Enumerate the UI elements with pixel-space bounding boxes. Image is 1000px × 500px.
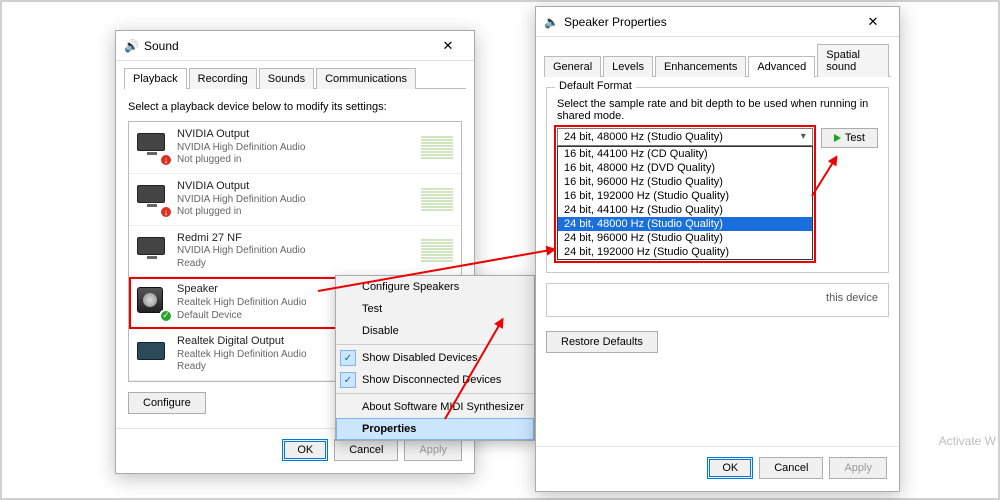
format-option[interactable]: 24 bit, 96000 Hz (Studio Quality)	[558, 231, 812, 245]
check-icon: ✓	[340, 350, 356, 366]
speaker-icon	[544, 15, 558, 29]
menu-label: Show Disabled Devices	[362, 352, 478, 364]
sound-icon	[124, 39, 138, 53]
level-meter-icon	[421, 239, 453, 262]
test-button[interactable]: Test	[821, 128, 878, 148]
device-name: NVIDIA Output	[177, 128, 421, 142]
device-row[interactable]: ↓ NVIDIA OutputNVIDIA High Definition Aud…	[129, 122, 461, 174]
device-status: Not plugged in	[177, 206, 421, 219]
close-icon[interactable]: ✕	[855, 14, 891, 30]
sound-title: Sound	[144, 39, 179, 53]
device-driver: NVIDIA High Definition Audio	[177, 142, 421, 155]
tab-enhancements[interactable]: Enhancements	[655, 56, 746, 77]
close-icon[interactable]: ✕	[430, 38, 466, 54]
props-titlebar[interactable]: Speaker Properties ✕	[536, 7, 899, 37]
level-meter-icon	[421, 188, 453, 211]
menu-label: Configure Speakers	[362, 281, 459, 293]
down-badge-icon: ↓	[159, 205, 173, 219]
sound-instruction: Select a playback device below to modify…	[128, 101, 462, 113]
format-dropdown[interactable]: 16 bit, 44100 Hz (CD Quality)16 bit, 480…	[557, 146, 813, 260]
device-row[interactable]: ↓ NVIDIA OutputNVIDIA High Definition Aud…	[129, 174, 461, 226]
tab-recording[interactable]: Recording	[189, 68, 257, 89]
format-option[interactable]: 16 bit, 48000 Hz (DVD Quality)	[558, 161, 812, 175]
device-row[interactable]: Redmi 27 NFNVIDIA High Definition AudioR…	[129, 226, 461, 278]
apply-button[interactable]: Apply	[404, 439, 462, 461]
ok-button[interactable]: OK	[282, 439, 328, 461]
device-driver: NVIDIA High Definition Audio	[177, 194, 421, 207]
apply-button[interactable]: Apply	[829, 457, 887, 479]
device-status: Ready	[177, 258, 421, 271]
sound-titlebar[interactable]: Sound ✕	[116, 31, 474, 61]
configure-button[interactable]: Configure	[128, 392, 206, 414]
format-selected[interactable]: 24 bit, 48000 Hz (Studio Quality)	[557, 128, 813, 146]
level-meter-icon	[421, 136, 453, 159]
default-format-group: Default Format Select the sample rate an…	[546, 87, 889, 273]
menu-about-software-midi-synthesizer[interactable]: About Software MIDI Synthesizer	[336, 396, 534, 418]
format-option[interactable]: 16 bit, 192000 Hz (Studio Quality)	[558, 189, 812, 203]
props-tabs: GeneralLevelsEnhancementsAdvancedSpatial…	[536, 37, 899, 76]
menu-configure-speakers[interactable]: Configure Speakers	[336, 276, 534, 298]
tab-advanced[interactable]: Advanced	[748, 56, 815, 77]
device-status: Not plugged in	[177, 154, 421, 167]
menu-label: Show Disconnected Devices	[362, 374, 501, 386]
monitor-icon	[137, 133, 165, 151]
play-icon	[834, 134, 841, 142]
format-option[interactable]: 16 bit, 96000 Hz (Studio Quality)	[558, 175, 812, 189]
default-format-desc: Select the sample rate and bit depth to …	[557, 98, 878, 122]
menu-label: Test	[362, 303, 382, 315]
tab-sounds[interactable]: Sounds	[259, 68, 314, 89]
check-icon: ✓	[340, 372, 356, 388]
sound-tabs: PlaybackRecordingSoundsCommunications	[116, 61, 474, 88]
props-title: Speaker Properties	[564, 15, 667, 29]
tab-spatial-sound[interactable]: Spatial sound	[817, 44, 889, 77]
speaker-icon	[137, 287, 163, 313]
down-badge-icon: ↓	[159, 153, 173, 167]
default-format-legend: Default Format	[555, 80, 636, 92]
tab-playback[interactable]: Playback	[124, 68, 187, 89]
tab-communications[interactable]: Communications	[316, 68, 416, 89]
menu-label: Disable	[362, 325, 399, 337]
device-name: Redmi 27 NF	[177, 232, 421, 246]
menu-show-disconnected-devices[interactable]: ✓ Show Disconnected Devices	[336, 369, 534, 391]
ok-button[interactable]: OK	[707, 457, 753, 479]
monitor-icon	[137, 237, 165, 255]
check-badge-icon: ✓	[159, 309, 173, 323]
exclusive-mode-group: this device	[546, 283, 889, 317]
menu-properties[interactable]: Properties	[336, 418, 534, 440]
speaker-properties-dialog: Speaker Properties ✕ GeneralLevelsEnhanc…	[535, 6, 900, 492]
exclusive-hint: this device	[826, 292, 878, 304]
menu-label: About Software MIDI Synthesizer	[362, 401, 524, 413]
restore-defaults-button[interactable]: Restore Defaults	[546, 331, 658, 353]
format-combobox[interactable]: 24 bit, 48000 Hz (Studio Quality) 16 bit…	[557, 128, 813, 260]
test-label: Test	[845, 132, 865, 144]
watermark-text: Activate W	[939, 434, 996, 448]
box-icon	[137, 342, 165, 360]
format-option[interactable]: 24 bit, 192000 Hz (Studio Quality)	[558, 245, 812, 259]
format-option[interactable]: 24 bit, 48000 Hz (Studio Quality)	[558, 217, 812, 231]
menu-show-disabled-devices[interactable]: ✓ Show Disabled Devices	[336, 347, 534, 369]
device-context-menu: Configure Speakers Test Disable ✓ Show Disab…	[335, 275, 535, 441]
menu-label: Properties	[362, 423, 416, 435]
device-name: NVIDIA Output	[177, 180, 421, 194]
cancel-button[interactable]: Cancel	[759, 457, 823, 479]
format-option[interactable]: 16 bit, 44100 Hz (CD Quality)	[558, 147, 812, 161]
cancel-button[interactable]: Cancel	[334, 439, 398, 461]
device-driver: NVIDIA High Definition Audio	[177, 245, 421, 258]
tab-levels[interactable]: Levels	[603, 56, 653, 77]
format-option[interactable]: 24 bit, 44100 Hz (Studio Quality)	[558, 203, 812, 217]
tab-general[interactable]: General	[544, 56, 601, 77]
monitor-icon	[137, 185, 165, 203]
menu-test[interactable]: Test	[336, 298, 534, 320]
